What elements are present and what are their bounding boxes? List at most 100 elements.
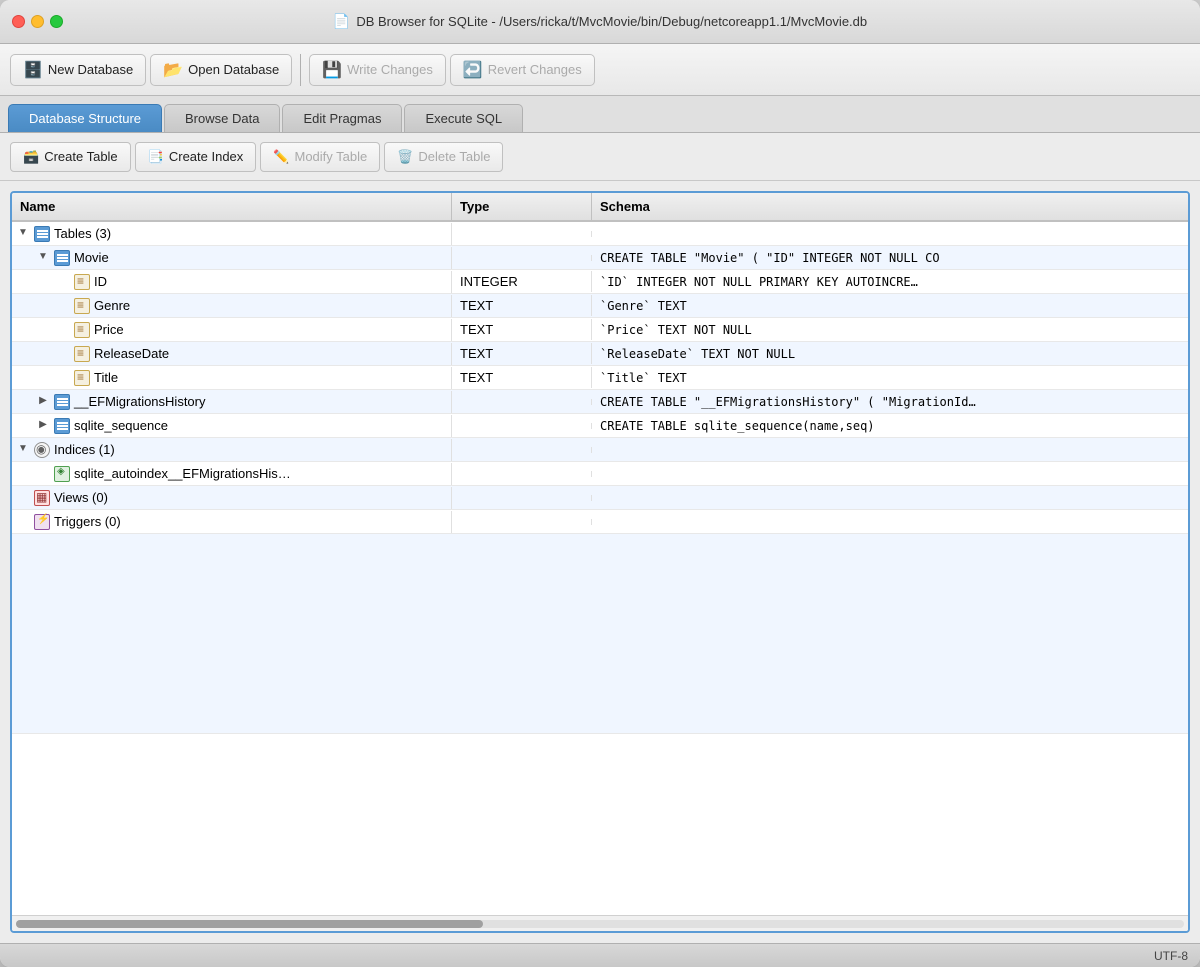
main-window: 📄 DB Browser for SQLite - /Users/ricka/t… (0, 0, 1200, 967)
write-changes-button[interactable]: 💾 Write Changes (309, 54, 446, 86)
tab-browse-data[interactable]: Browse Data (164, 104, 280, 132)
create-index-icon: 📑 (148, 149, 164, 165)
horizontal-scrollbar[interactable] (12, 915, 1188, 931)
open-database-button[interactable]: 📂 Open Database (150, 54, 292, 86)
type-cell (452, 495, 592, 501)
name-cell: Title (12, 367, 452, 389)
toggle-arrow[interactable]: ▶ (36, 395, 50, 409)
action-bar: 🗃️ Create Table 📑 Create Index ✏️ Modify… (0, 133, 1200, 181)
name-cell: ID (12, 271, 452, 293)
schema-cell: CREATE TABLE sqlite_sequence(name,seq) (592, 416, 1188, 436)
write-changes-label: Write Changes (347, 62, 433, 77)
delete-table-button[interactable]: 🗑️ Delete Table (384, 142, 503, 172)
document-icon: 📄 (333, 13, 350, 30)
type-cell: TEXT (452, 367, 592, 388)
minimize-button[interactable] (31, 15, 44, 28)
list-item[interactable]: Views (0) (12, 486, 1188, 510)
toggle-arrow[interactable]: ▶ (36, 419, 50, 433)
table-icon (34, 226, 50, 242)
empty-space (12, 534, 1188, 734)
delete-table-label: Delete Table (418, 149, 490, 164)
toggle-arrow[interactable]: ▼ (16, 227, 30, 241)
type-cell (452, 231, 592, 237)
scroll-track[interactable] (16, 920, 1184, 928)
tab-database-structure[interactable]: Database Structure (8, 104, 162, 132)
scroll-thumb[interactable] (16, 920, 483, 928)
type-cell: TEXT (452, 295, 592, 316)
list-item[interactable]: Triggers (0) (12, 510, 1188, 534)
main-content: Name Type Schema ▼ Tables (3) (0, 181, 1200, 943)
create-index-button[interactable]: 📑 Create Index (135, 142, 257, 172)
create-table-label: Create Table (44, 149, 117, 164)
name-cell: ▶ __EFMigrationsHistory (12, 391, 452, 413)
table-icon (54, 394, 70, 410)
new-database-button[interactable]: 🗄️ New Database (10, 54, 146, 86)
schema-cell: CREATE TABLE "Movie" ( "ID" INTEGER NOT … (592, 248, 1188, 268)
create-table-icon: 🗃️ (23, 149, 39, 165)
indices-icon (34, 442, 50, 458)
name-cell: ReleaseDate (12, 343, 452, 365)
schema-cell: `Title` TEXT (592, 368, 1188, 388)
type-cell (452, 447, 592, 453)
schema-cell (592, 447, 1188, 453)
status-bar: UTF-8 (0, 943, 1200, 967)
column-icon (74, 274, 90, 290)
title-bar: 📄 DB Browser for SQLite - /Users/ricka/t… (0, 0, 1200, 44)
main-toolbar: 🗄️ New Database 📂 Open Database 💾 Write … (0, 44, 1200, 96)
tree-table: Name Type Schema ▼ Tables (3) (10, 191, 1190, 933)
create-table-button[interactable]: 🗃️ Create Table (10, 142, 131, 172)
list-item[interactable]: ReleaseDate TEXT `ReleaseDate` TEXT NOT … (12, 342, 1188, 366)
schema-cell (592, 519, 1188, 525)
schema-cell (592, 231, 1188, 237)
type-cell: TEXT (452, 343, 592, 364)
list-item[interactable]: ▶ sqlite_sequence CREATE TABLE sqlite_se… (12, 414, 1188, 438)
encoding-label: UTF-8 (1154, 949, 1188, 963)
type-cell: TEXT (452, 319, 592, 340)
name-cell: Triggers (0) (12, 511, 452, 533)
type-cell (452, 423, 592, 429)
schema-cell: `ID` INTEGER NOT NULL PRIMARY KEY AUTOIN… (592, 272, 1188, 292)
modify-table-button[interactable]: ✏️ Modify Table (260, 142, 380, 172)
list-item[interactable]: ▶ __EFMigrationsHistory CREATE TABLE "__… (12, 390, 1188, 414)
list-item[interactable]: ID INTEGER `ID` INTEGER NOT NULL PRIMARY… (12, 270, 1188, 294)
tabs-bar: Database Structure Browse Data Edit Prag… (0, 96, 1200, 133)
col-header-schema: Schema (592, 193, 1188, 220)
maximize-button[interactable] (50, 15, 63, 28)
column-icon (74, 298, 90, 314)
type-cell (452, 471, 592, 477)
list-item[interactable]: Genre TEXT `Genre` TEXT (12, 294, 1188, 318)
toggle-arrow[interactable]: ▼ (36, 251, 50, 265)
schema-cell (592, 471, 1188, 477)
tab-edit-pragmas[interactable]: Edit Pragmas (282, 104, 402, 132)
schema-cell: CREATE TABLE "__EFMigrationsHistory" ( "… (592, 392, 1188, 412)
revert-changes-label: Revert Changes (488, 62, 582, 77)
close-button[interactable] (12, 15, 25, 28)
list-item[interactable]: Title TEXT `Title` TEXT (12, 366, 1188, 390)
create-index-label: Create Index (169, 149, 243, 164)
revert-changes-icon: ↩️ (463, 60, 483, 80)
table-header: Name Type Schema (12, 193, 1188, 222)
revert-changes-button[interactable]: ↩️ Revert Changes (450, 54, 595, 86)
name-cell: ▼ Tables (3) (12, 223, 452, 245)
new-database-icon: 🗄️ (23, 60, 43, 80)
write-changes-icon: 💾 (322, 60, 342, 80)
col-header-name: Name (12, 193, 452, 220)
toggle-arrow[interactable]: ▼ (16, 443, 30, 457)
table-body[interactable]: ▼ Tables (3) ▼ Movie CREATE TABLE (12, 222, 1188, 915)
list-item[interactable]: Price TEXT `Price` TEXT NOT NULL (12, 318, 1188, 342)
type-cell: INTEGER (452, 271, 592, 292)
name-cell: ▼ Indices (1) (12, 439, 452, 461)
column-icon (74, 346, 90, 362)
list-item[interactable]: sqlite_autoindex__EFMigrationsHis… (12, 462, 1188, 486)
list-item[interactable]: ▼ Indices (1) (12, 438, 1188, 462)
name-cell: ▼ Movie (12, 247, 452, 269)
open-database-label: Open Database (188, 62, 279, 77)
name-cell: sqlite_autoindex__EFMigrationsHis… (12, 463, 452, 485)
list-item[interactable]: ▼ Movie CREATE TABLE "Movie" ( "ID" INTE… (12, 246, 1188, 270)
col-header-type: Type (452, 193, 592, 220)
type-cell (452, 255, 592, 261)
tab-execute-sql[interactable]: Execute SQL (404, 104, 523, 132)
name-cell: ▶ sqlite_sequence (12, 415, 452, 437)
delete-table-icon: 🗑️ (397, 149, 413, 165)
list-item[interactable]: ▼ Tables (3) (12, 222, 1188, 246)
